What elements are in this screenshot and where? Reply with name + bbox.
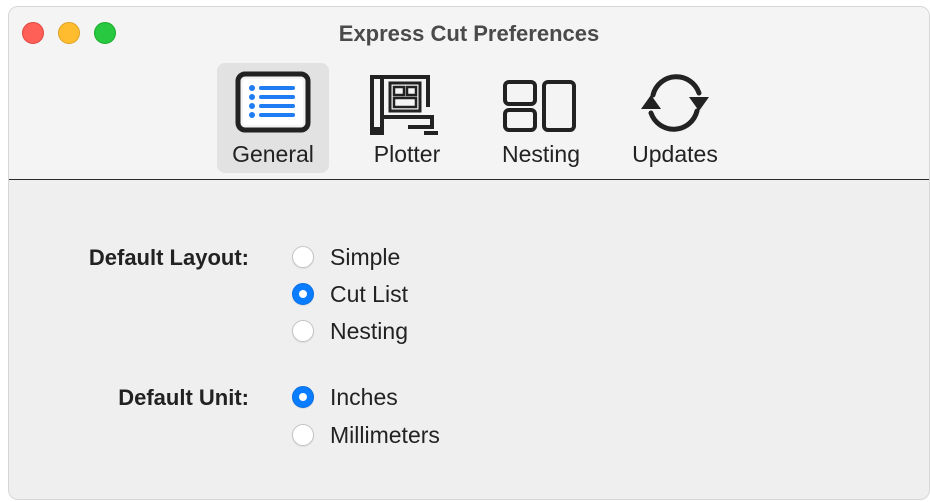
radio-button[interactable] xyxy=(292,424,314,446)
tab-updates-label: Updates xyxy=(632,141,718,167)
window-title: Express Cut Preferences xyxy=(338,21,600,46)
tab-nesting[interactable]: Nesting xyxy=(485,63,597,173)
tab-general-label: General xyxy=(232,141,314,167)
tab-plotter-label: Plotter xyxy=(373,141,441,167)
tab-general[interactable]: General xyxy=(217,63,329,173)
default-layout-label: Default Layout: xyxy=(88,245,249,270)
layout-option-simple[interactable]: Simple xyxy=(292,241,400,273)
radio-label: Inches xyxy=(330,383,398,410)
general-pane: Default Layout: Simple Cut List Nesting … xyxy=(9,179,929,499)
layout-option-cut-list[interactable]: Cut List xyxy=(292,278,408,310)
radio-label: Simple xyxy=(330,243,401,270)
plotter-icon xyxy=(370,75,438,135)
radio-button[interactable] xyxy=(292,386,314,408)
unit-option-millimeters[interactable]: Millimeters xyxy=(292,419,442,451)
tab-updates[interactable]: Updates xyxy=(619,63,731,173)
radio-button[interactable] xyxy=(292,320,314,342)
tab-plotter[interactable]: Plotter xyxy=(351,63,463,173)
radio-label: Millimeters xyxy=(330,421,440,448)
unit-option-inches[interactable]: Inches xyxy=(292,381,398,413)
tab-nesting-label: Nesting xyxy=(502,141,580,167)
titlebar: Express Cut Preferences General Plotter … xyxy=(9,7,929,180)
layout-option-nesting[interactable]: Nesting xyxy=(292,315,408,347)
preferences-window: Express Cut Preferences General Plotter … xyxy=(8,6,930,500)
refresh-icon xyxy=(641,74,709,132)
default-unit-label: Default Unit: xyxy=(118,385,249,410)
list-icon xyxy=(235,71,311,133)
radio-button[interactable] xyxy=(292,283,314,305)
preferences-toolbar: General Plotter Nesting Updates xyxy=(9,63,929,177)
radio-label: Cut List xyxy=(330,280,408,307)
nesting-icon xyxy=(503,80,576,132)
radio-button[interactable] xyxy=(292,246,314,268)
radio-label: Nesting xyxy=(330,317,408,344)
